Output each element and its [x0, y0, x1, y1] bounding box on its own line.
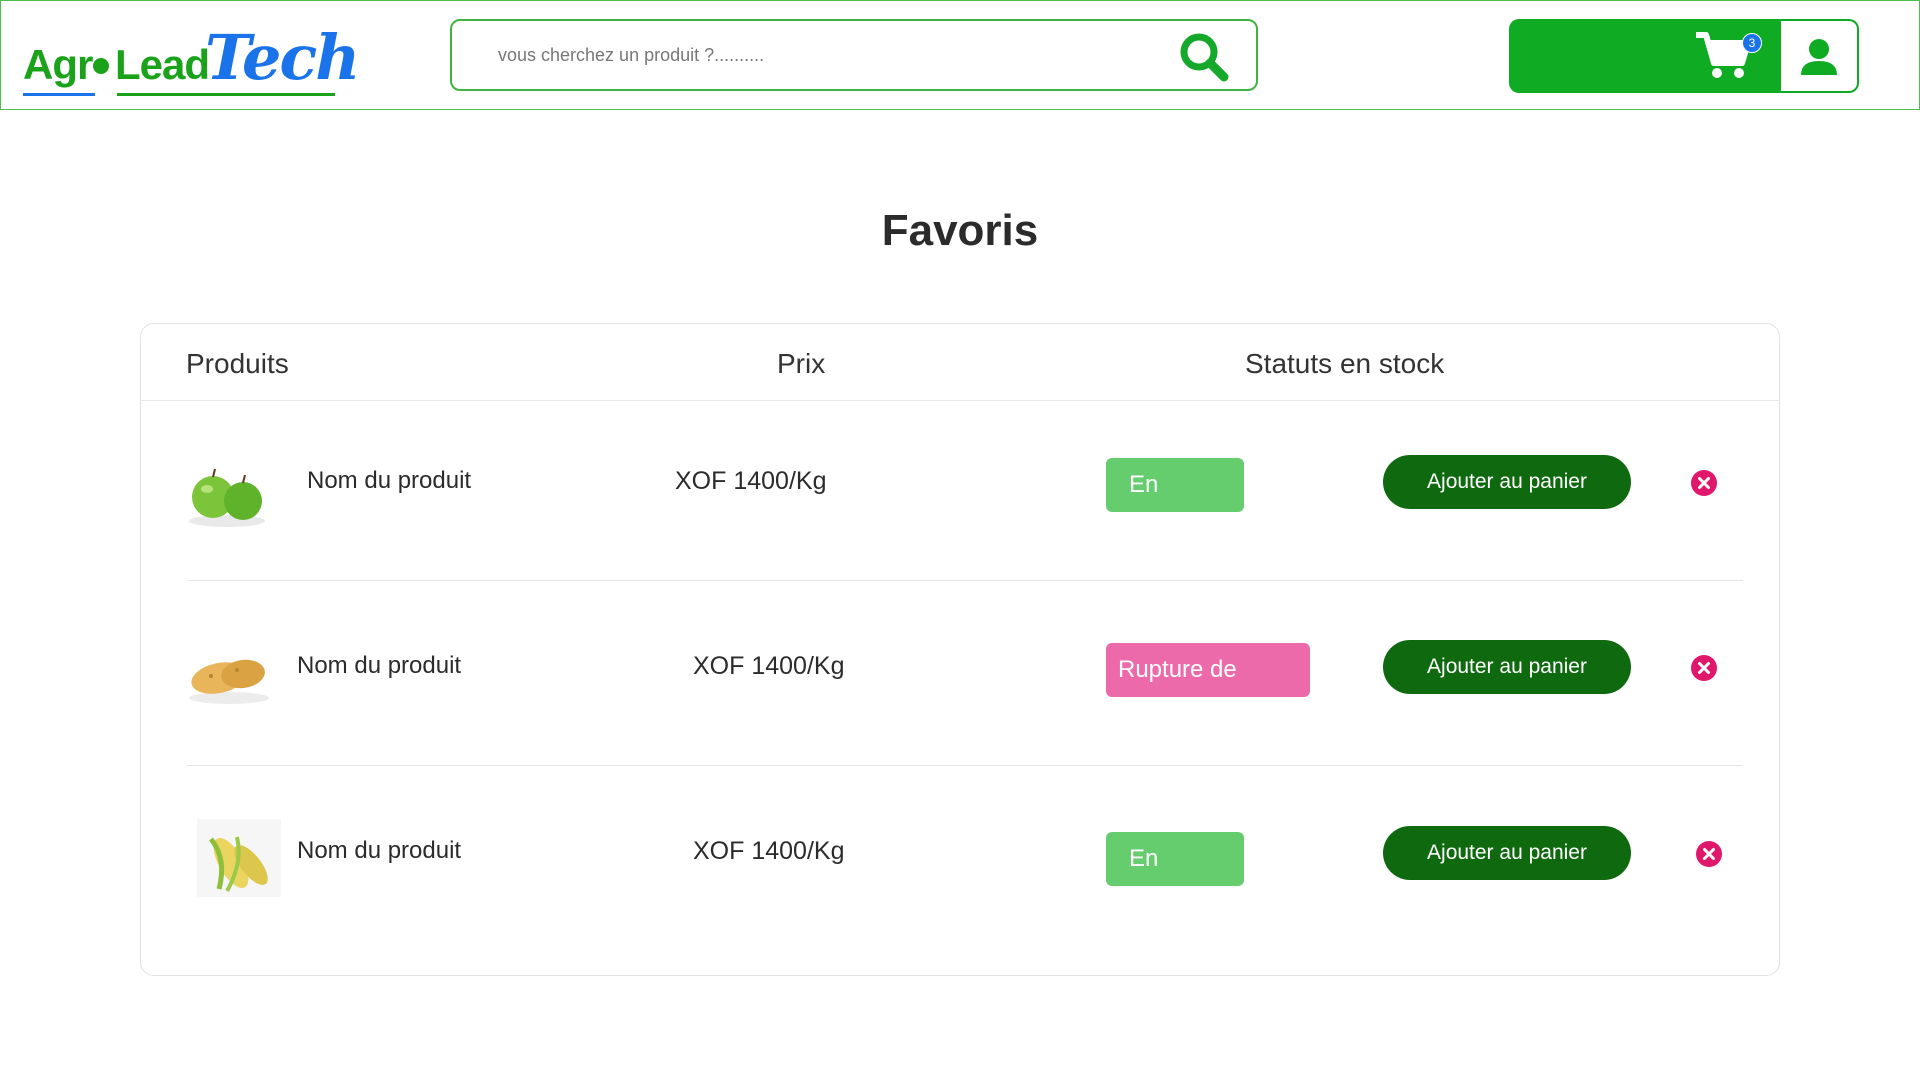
column-header-status: Statuts en stock: [1245, 348, 1445, 379]
logo-agro: Agr: [23, 41, 110, 89]
search-icon[interactable]: [1176, 29, 1232, 85]
favorites-table: Produits Prix Statuts en stock Nom du pr…: [140, 323, 1780, 976]
remove-icon[interactable]: [1691, 655, 1717, 681]
product-price: XOF 1400/Kg: [675, 467, 827, 495]
product-image-corn[interactable]: [197, 819, 281, 897]
user-icon: [1801, 39, 1837, 75]
remove-icon[interactable]: [1696, 841, 1722, 867]
add-to-cart-button[interactable]: Ajouter au panier: [1383, 640, 1631, 694]
cart-button[interactable]: 3: [1509, 19, 1781, 93]
add-to-cart-button[interactable]: Ajouter au panier: [1383, 826, 1631, 880]
logo-underline: [117, 93, 335, 96]
product-price: XOF 1400/Kg: [693, 837, 845, 865]
product-name[interactable]: Nom du produit: [307, 467, 471, 495]
row-divider: [187, 765, 1743, 766]
product-name[interactable]: Nom du produit: [297, 837, 461, 865]
remove-icon[interactable]: [1691, 470, 1717, 496]
cart-count-badge: 3: [1742, 33, 1762, 53]
row-divider: [187, 580, 1743, 581]
logo-lead: Lead: [115, 41, 210, 88]
column-header-products: Produits: [186, 348, 289, 379]
table-row: Nom du produit XOF 1400/Kg En stock Ajou…: [141, 771, 1779, 951]
leaf-icon: [93, 57, 110, 74]
product-name[interactable]: Nom du produit: [297, 652, 461, 680]
agroleadtech-logo[interactable]: Agr Lead Tech: [23, 19, 360, 99]
table-row: Nom du produit XOF 1400/Kg Rupture de st…: [141, 586, 1779, 766]
status-badge: Rupture de stock: [1106, 643, 1310, 737]
account-button[interactable]: [1781, 19, 1859, 93]
top-header: Agr Lead Tech vous cherchez un produit ?…: [0, 0, 1920, 110]
logo-tech: Tech: [205, 21, 360, 94]
column-header-price: Prix: [777, 348, 826, 379]
page-title: Favoris: [881, 206, 1039, 255]
product-price: XOF 1400/Kg: [693, 652, 845, 680]
status-badge: En stock: [1106, 458, 1244, 552]
search-bar[interactable]: vous cherchez un produit ?..........: [450, 19, 1258, 91]
status-badge: En stock: [1106, 832, 1244, 926]
logo-underline: [23, 93, 95, 96]
product-image-apples[interactable]: [185, 455, 269, 533]
search-input[interactable]: vous cherchez un produit ?..........: [498, 45, 764, 66]
table-row: Nom du produit XOF 1400/Kg En stock Ajou…: [141, 401, 1779, 581]
add-to-cart-button[interactable]: Ajouter au panier: [1383, 455, 1631, 509]
product-image-potatoes[interactable]: [187, 634, 271, 712]
